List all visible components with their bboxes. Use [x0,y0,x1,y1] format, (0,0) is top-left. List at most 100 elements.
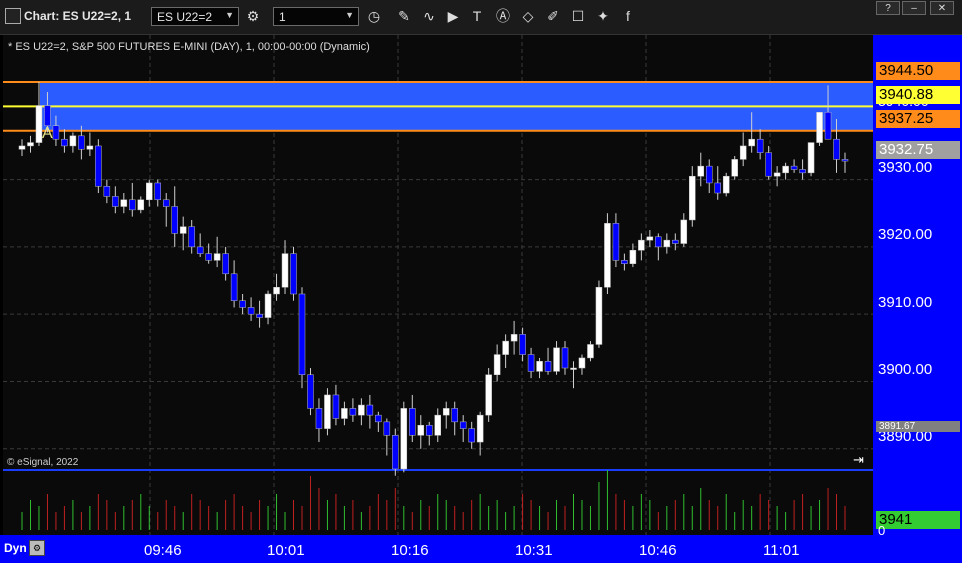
candle-body [748,138,755,147]
candle-body [705,165,713,184]
candle-body [315,408,323,429]
copyright-text: © eSignal, 2022 [7,457,79,468]
candle-body [18,145,26,150]
candle-body [807,142,815,174]
candle-body [629,250,637,264]
candle-body [765,152,772,177]
candle-body [247,307,255,315]
candle-body [171,206,178,234]
y-tick-label: 3900.00 [878,361,933,378]
candle-body [476,414,484,443]
candle-body [612,223,620,261]
last-price-tag: 3932.75 [876,141,960,159]
candle-body [536,361,543,372]
candle-body [179,226,187,234]
volume-tag: 3941 [876,511,960,529]
middle-price-tag: 3940.88 [876,86,960,104]
candle-body [281,253,289,288]
candle-body [442,408,450,416]
candle-body [646,236,654,241]
candle-body [553,347,560,372]
candle-body [256,313,263,318]
candle-body [86,145,94,150]
candle-body [451,408,458,423]
candle-body [112,196,119,207]
candle-body [833,138,840,160]
candle-body [196,246,204,254]
x-tick-label: 11:01 [763,542,800,559]
settings-icon[interactable]: ⚙ [29,540,45,556]
candle-body [273,287,280,295]
candle-body [790,165,798,170]
candle-body [239,300,246,308]
candle-body [341,408,348,419]
candle-body [468,428,475,443]
candle-body [264,293,272,318]
candle-body [434,414,441,436]
candle-body [587,344,594,359]
candle-body [349,408,357,416]
candle-body [358,404,365,416]
candle-body [400,408,408,470]
candle-body [366,404,374,416]
candle-body [205,253,212,261]
candle-body [426,424,433,436]
candle-body [154,182,162,201]
candle-body [383,421,391,436]
candle-body [841,159,849,162]
candle-body [561,347,569,369]
candle-body [722,175,730,194]
candle-body [459,421,467,429]
candle-body [137,199,145,211]
candle-body [27,142,34,147]
candle-body [392,435,399,470]
dyn-label: Dyn [4,541,27,555]
candle-body [230,273,238,301]
candle-body [78,135,85,150]
candle-body [375,414,382,423]
candle-body [570,367,577,370]
candle-body [689,175,696,221]
x-tick-label: 10:46 [639,542,677,559]
candle-body [756,138,764,153]
candle-body [510,334,518,342]
candle-body [213,253,221,261]
candle-body [298,293,306,376]
candle-body [672,239,679,244]
candle-body [527,354,535,372]
candle-body [409,408,416,436]
candle-body [332,394,340,419]
y-tick-label: 3930.00 [878,159,933,176]
candle-body [95,145,102,187]
candle-body [61,138,68,147]
chart-header: * ES U22=2, S&P 500 FUTURES E-MINI (DAY)… [8,41,370,53]
candle-body [655,236,662,248]
candle-body [519,334,526,355]
x-tick-label: 10:31 [515,542,553,559]
candle-body [739,145,747,160]
candle-body [816,112,823,143]
candle-body [44,105,51,126]
candle-body [680,219,688,244]
y-tick-label: 3910.00 [878,294,933,311]
scroll-to-end-icon[interactable]: ⇥ [853,452,864,468]
candle-body [188,226,195,248]
x-tick-label: 10:01 [267,542,305,559]
candle-body [120,199,128,207]
candle-body [307,374,314,409]
candle-body [578,357,586,369]
candle-body [69,135,77,147]
candle-body [502,340,509,355]
candle-body [697,165,705,177]
candle-body [324,394,331,429]
candle-body [162,199,170,207]
candle-body [222,253,229,275]
price-chart[interactable] [0,0,962,563]
candle-body [493,354,501,376]
candle-body [773,172,781,177]
x-tick-label: 09:46 [144,542,182,559]
annotation-label: A [42,125,53,142]
candle-body [103,186,111,197]
candle-body [290,253,297,295]
candle-body [604,223,611,288]
